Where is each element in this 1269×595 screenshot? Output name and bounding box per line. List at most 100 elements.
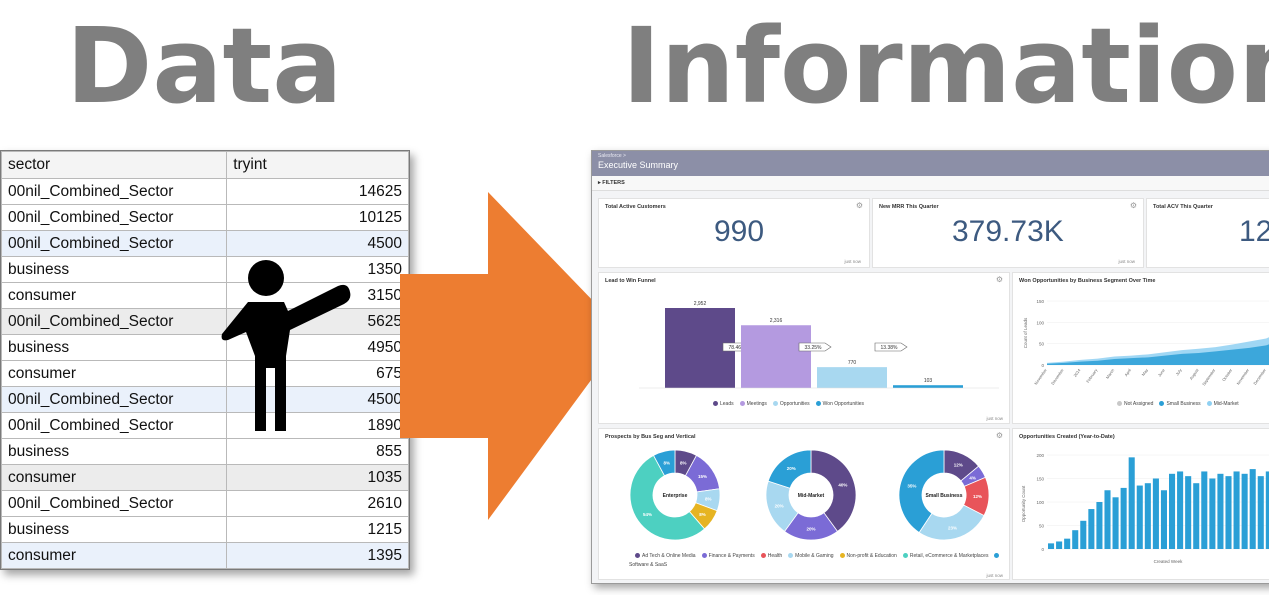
cell-sector[interactable]: consumer [0,464,228,491]
cell-sector[interactable]: 00nil_Combined_Sector [0,230,228,257]
cell-tryint[interactable]: 855 [226,438,409,465]
card-footer: just now [986,416,1003,421]
cell-sector[interactable]: 00nil_Combined_Sector [0,204,228,231]
kpi-title: Total ACV This Quarter [1153,204,1213,210]
funnel-bar [741,325,811,388]
gear-icon[interactable]: ⚙ [856,201,863,210]
legend-swatch [713,401,718,407]
kpi-footer: just now [1118,259,1135,264]
cell-tryint[interactable]: 1035 [226,464,409,491]
person-body [221,284,351,431]
cell-sector[interactable]: 00nil_Combined_Sector [0,178,228,205]
funnel-bar [893,385,963,388]
filters-label[interactable]: ▸ FILTERS [598,180,625,186]
x-tick-label: May [1141,368,1149,377]
created-bar [1225,476,1232,549]
filters-bar[interactable]: ▸ FILTERS [592,176,1269,191]
x-tick-label: December [1050,367,1065,386]
y-axis-label: Count of Leads [1023,317,1028,348]
donut-slice-label: 15% [698,474,707,479]
legend-label[interactable]: Meetings [747,401,767,407]
cell-sector[interactable]: consumer [0,542,228,569]
x-tick-label: April [1123,368,1132,378]
donut-slice-label: 12% [973,494,982,499]
cell-sector[interactable]: consumer [0,282,228,309]
cell-tryint[interactable]: 1395 [226,542,409,569]
cell-sector[interactable]: 00nil_Combined_Sector [0,386,228,413]
legend-swatch [701,553,707,559]
legend-label[interactable]: Small Business [1166,401,1200,407]
cell-sector[interactable]: consumer [0,360,228,387]
cell-sector[interactable]: business [0,516,228,543]
cell-sector[interactable]: 00nil_Combined_Sector [0,412,228,439]
donut-slice-label: 35% [907,483,916,488]
card-lead-to-win-funnel[interactable]: Lead to Win Funnel ⚙ 2,952 78.46% 2,316 33.… [598,272,1010,424]
legend-label[interactable]: Non-profit & Education [847,553,897,559]
legend-label[interactable]: Mobile & Gaming [795,553,833,559]
breadcrumb[interactable]: Salesforce > [598,153,626,159]
cell-sector[interactable]: business [0,334,228,361]
donut-slice-label: 4% [969,476,976,481]
legend-label[interactable]: Not Assigned [1124,401,1153,407]
table-row: business 855 [0,438,409,465]
column-header-tryint[interactable]: tryint [226,151,409,179]
heading-information: Information [622,5,1269,127]
gear-icon[interactable]: ⚙ [1130,201,1137,210]
column-header-sector[interactable]: sector [0,151,228,179]
created-bar [1144,483,1151,549]
cell-sector[interactable]: business [0,438,228,465]
cell-tryint[interactable]: 2610 [226,490,409,517]
created-bar-chart: 200 150 100 50 0 Opportunity Count Created Wee… [1021,453,1269,564]
cell-sector[interactable]: business [0,256,228,283]
donut-slice-label: 8% [663,461,670,466]
heading-data: Data [66,5,343,127]
y-tick-label: 150 [1036,477,1044,482]
created-bar [1128,457,1135,549]
kpi-value: 990 [714,215,765,248]
funnel-value-label: 103 [924,378,933,384]
conversion-label: 33.25% [805,345,823,351]
cell-tryint[interactable]: 1215 [226,516,409,543]
cell-tryint[interactable]: 4500 [226,230,409,257]
card-opportunities-created[interactable]: Opportunities Created (Year-to-Date) 200… [1012,428,1269,580]
legend-swatch [839,553,845,559]
legend-label[interactable]: Won Opportunities [823,401,864,407]
cell-tryint[interactable]: 14625 [226,178,409,205]
cell-sector[interactable]: 00nil_Combined_Sector [0,308,228,335]
kpi-card-total-acv[interactable]: Total ACV This Quarter 12. [1146,198,1269,268]
legend-swatch [739,401,745,407]
legend-label[interactable]: Software & SaaS [629,562,667,568]
legend-label[interactable]: Retail, eCommerce & Marketplaces [910,553,989,559]
x-tick-label: 2014 [1072,367,1082,378]
kpi-card-active-customers[interactable]: Total Active Customers ⚙ 990 just now [598,198,870,268]
funnel-value-label: 2,952 [694,301,707,307]
created-bar [1185,476,1192,549]
table-row: consumer 1035 [0,464,409,491]
y-tick-label: 50 [1039,342,1045,347]
legend-swatch [635,553,640,559]
created-bar [1080,520,1087,549]
legend-label[interactable]: Health [768,553,782,559]
legend-swatch [772,401,778,407]
cell-tryint[interactable]: 10125 [226,204,409,231]
funnel-bar [817,367,887,388]
x-tick-label: August [1188,367,1200,381]
y-tick-label: 100 [1036,320,1044,325]
created-bar [1112,497,1119,549]
created-bar [1233,471,1240,549]
y-tick-label: 50 [1039,524,1045,529]
legend-label[interactable]: Mid-Market [1214,401,1239,407]
table-row: 00nil_Combined_Sector 10125 [0,204,409,231]
funnel-value-label: 770 [848,360,857,366]
legend-label[interactable]: Opportunities [780,401,810,407]
created-bar [1257,476,1264,549]
cell-sector[interactable]: 00nil_Combined_Sector [0,490,228,517]
card-prospects-by-segment[interactable]: Prospects by Bus Seg and Vertical ⚙ 8% 15… [598,428,1010,580]
kpi-card-new-mrr[interactable]: New MRR This Quarter ⚙ 379.73K just now [872,198,1144,268]
x-tick-label: October [1221,367,1234,382]
created-bar [1064,538,1071,549]
legend-label[interactable]: Ad Tech & Online Media [642,553,696,559]
legend-label[interactable]: Leads [720,401,734,407]
card-won-opportunities-over-time[interactable]: Won Opportunities by Business Segment Ov… [1012,272,1269,424]
legend-label[interactable]: Finance & Payments [709,553,755,559]
